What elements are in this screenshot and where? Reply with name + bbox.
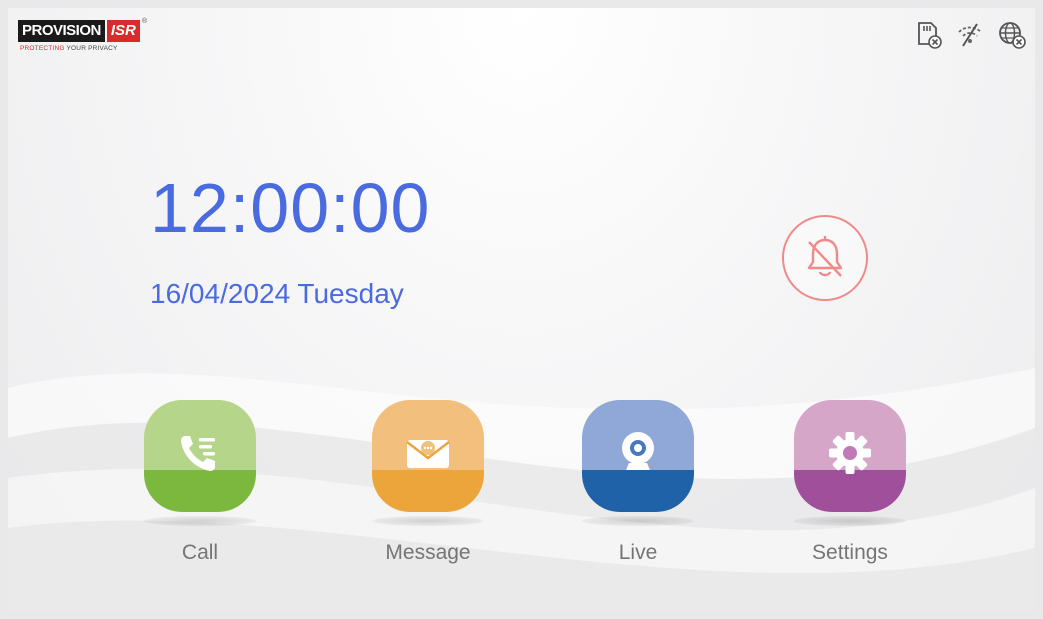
brand-suffix: ISR <box>106 20 140 42</box>
tagline-red: PROTECTING <box>20 45 65 52</box>
app-message-tile[interactable] <box>372 400 484 512</box>
brand-logo: PROVISION ISR ® PROTECTING YOUR PRIVACY <box>18 18 158 66</box>
tile-shadow <box>144 516 256 526</box>
bell-off-icon[interactable] <box>781 214 869 302</box>
app-live-label: Live <box>618 541 658 564</box>
gear-icon <box>829 432 871 474</box>
app-settings-label: Settings <box>812 541 888 564</box>
brand-name: PROVISION <box>18 20 105 42</box>
app-live[interactable]: Live <box>568 400 708 566</box>
home-screen: PROVISION ISR ® PROTECTING YOUR PRIVACY <box>8 8 1035 611</box>
app-settings-tile[interactable] <box>794 400 906 512</box>
app-settings[interactable]: Settings <box>780 400 920 566</box>
clock-time: 12:00:00 <box>150 169 431 247</box>
app-live-tile[interactable] <box>582 400 694 512</box>
wifi-off-icon[interactable] <box>955 20 985 50</box>
app-message-label: Message <box>385 541 471 564</box>
tile-shadow <box>372 516 484 526</box>
tile-shadow <box>582 516 694 526</box>
registered-mark: ® <box>142 18 148 25</box>
clock-date: 16/04/2024 Tuesday <box>150 278 404 309</box>
app-message[interactable]: Message <box>358 400 498 566</box>
network-error-icon[interactable] <box>997 20 1027 50</box>
app-call-tile[interactable] <box>144 400 256 512</box>
phone-icon <box>181 436 215 471</box>
tile-shadow <box>794 516 906 526</box>
envelope-icon <box>406 440 450 468</box>
status-bar <box>913 20 1027 50</box>
camera-icon <box>622 432 654 470</box>
sd-card-error-icon[interactable] <box>913 20 943 50</box>
app-call-label: Call <box>181 541 219 564</box>
tagline-dark: YOUR PRIVACY <box>66 45 118 52</box>
app-call[interactable]: Call <box>130 400 270 566</box>
brand-tagline: PROTECTING YOUR PRIVACY <box>20 45 118 52</box>
